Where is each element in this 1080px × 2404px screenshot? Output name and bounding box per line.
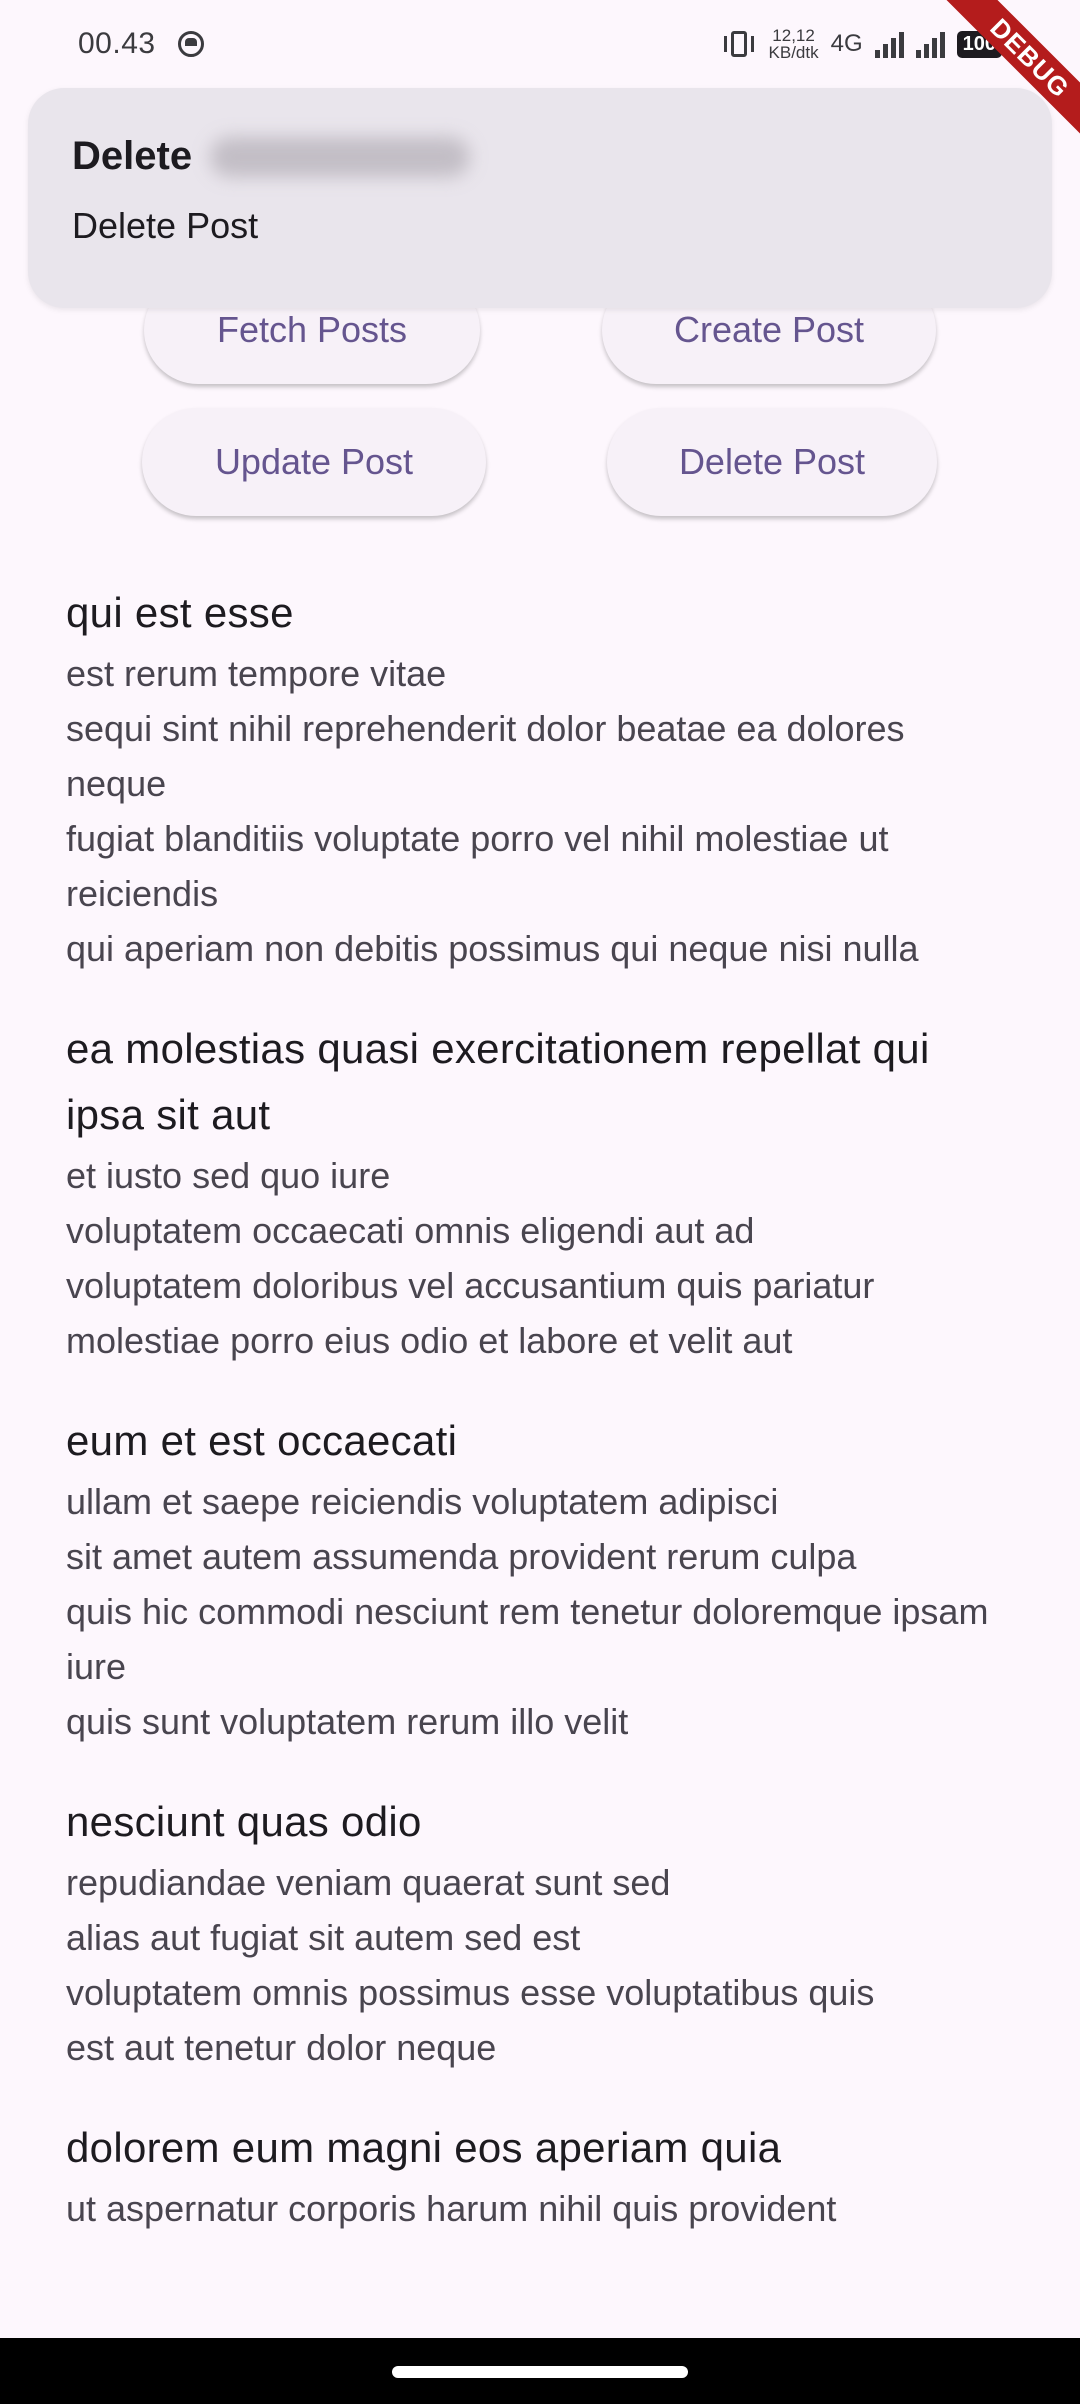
signal-icon bbox=[874, 30, 904, 58]
network-speed-unit: KB/dtk bbox=[768, 43, 819, 62]
post-body: et iusto sed quo iure voluptatem occaeca… bbox=[66, 1155, 875, 1361]
post-title: dolorem eum magni eos aperiam quia bbox=[66, 2124, 782, 2171]
delete-post-button[interactable]: Delete Post bbox=[607, 408, 937, 516]
notification-title: Delete bbox=[72, 134, 193, 178]
network-type: 4G bbox=[830, 30, 863, 57]
network-speed-value: 12,12 bbox=[772, 26, 815, 45]
notification-blurred-text bbox=[210, 136, 471, 177]
navigation-bar bbox=[0, 2338, 1080, 2404]
list-item: eum et est occaecati ullam et saepe reic… bbox=[66, 1408, 1006, 1749]
status-bar: 00.43 12,12 KB/dtk 4G 100 bbox=[0, 0, 1080, 88]
list-item: dolorem eum magni eos aperiam quia ut as… bbox=[66, 2115, 1006, 2236]
notification-body: Delete Post bbox=[72, 205, 259, 246]
post-list: qui est esse est rerum tempore vitae seq… bbox=[66, 580, 1006, 2276]
status-time: 00.43 bbox=[78, 27, 156, 60]
list-item: qui est esse est rerum tempore vitae seq… bbox=[66, 580, 1006, 976]
update-post-button[interactable]: Update Post bbox=[142, 408, 486, 516]
post-title: eum et est occaecati bbox=[66, 1417, 458, 1464]
list-item: nesciunt quas odio repudiandae veniam qu… bbox=[66, 1789, 1006, 2075]
notification-card[interactable]: Delete Delete Post bbox=[28, 88, 1052, 308]
home-indicator[interactable] bbox=[392, 2366, 688, 2378]
post-body: repudiandae veniam quaerat sunt sed alia… bbox=[66, 1862, 875, 2068]
post-body: ut aspernatur corporis harum nihil quis … bbox=[66, 2188, 837, 2229]
post-title: nesciunt quas odio bbox=[66, 1798, 422, 1845]
network-speed: 12,12 KB/dtk bbox=[769, 27, 819, 61]
post-title: ea molestias quasi exercitationem repell… bbox=[66, 1025, 930, 1138]
list-item: ea molestias quasi exercitationem repell… bbox=[66, 1016, 1006, 1368]
post-body: ullam et saepe reiciendis voluptatem adi… bbox=[66, 1481, 989, 1742]
app-notification-icon bbox=[177, 31, 204, 57]
post-body: est rerum tempore vitae sequi sint nihil… bbox=[66, 653, 919, 969]
notification-title-row: Delete bbox=[72, 134, 1008, 179]
post-title: qui est esse bbox=[66, 589, 294, 636]
status-left: 00.43 bbox=[78, 27, 204, 61]
vibrate-icon bbox=[721, 29, 757, 59]
